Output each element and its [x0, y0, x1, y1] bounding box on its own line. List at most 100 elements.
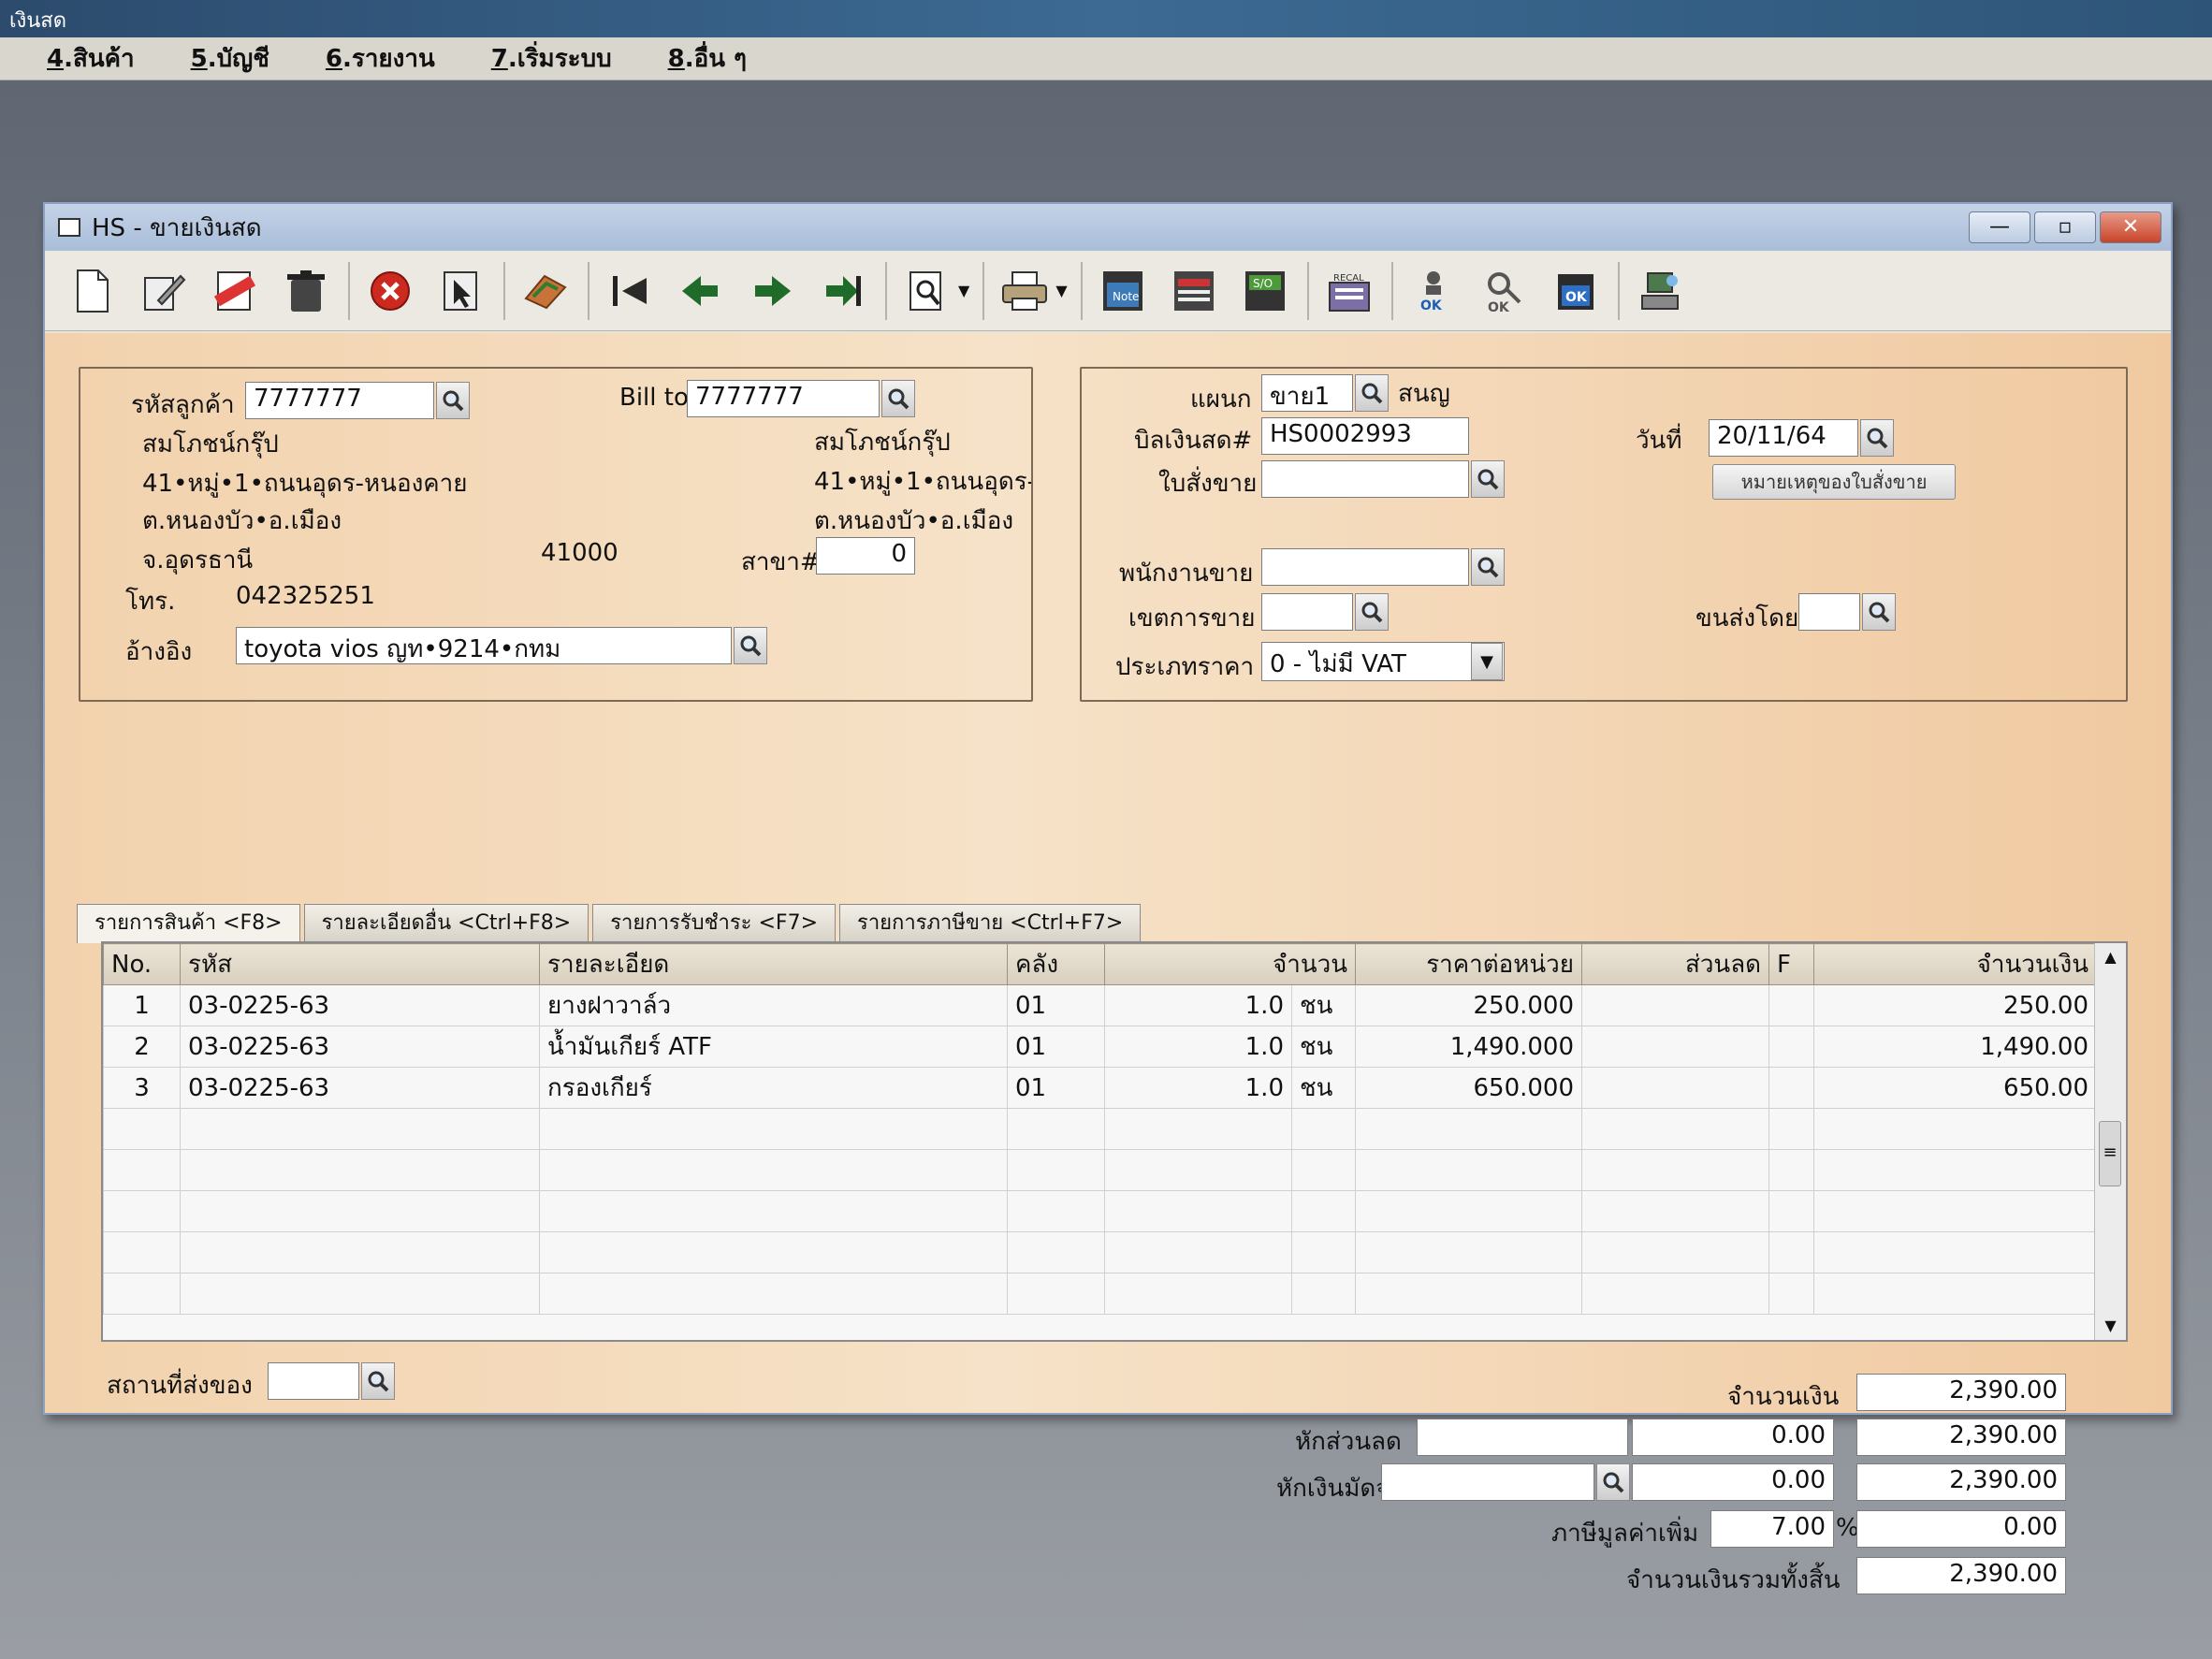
note-icon[interactable]: Note [1094, 262, 1152, 320]
void-icon[interactable] [206, 262, 264, 320]
tab-payments[interactable]: รายการรับชำระ <F7> [592, 904, 836, 941]
table-row[interactable]: 3 03-0225-63 กรองเกียร์ 01 1.0 ชน 650.00… [103, 1067, 2098, 1109]
billto-input[interactable]: 7777777 [687, 380, 880, 417]
edit-icon[interactable] [135, 262, 193, 320]
slip-icon[interactable] [1165, 262, 1223, 320]
scroll-thumb[interactable]: ≡ [2099, 1121, 2121, 1186]
print-icon[interactable] [996, 262, 1054, 320]
menu-item-setup[interactable]: 7.เริ่มระบบ [491, 39, 612, 78]
ok-document-icon[interactable]: OK [1547, 262, 1605, 320]
previous-record-icon[interactable] [672, 262, 730, 320]
salesman-lookup-button[interactable] [1471, 548, 1505, 586]
search-icon [888, 388, 910, 410]
reference-lookup-button[interactable] [734, 627, 767, 664]
cell-unit: ชน [1290, 1067, 1357, 1109]
ok-user-icon[interactable]: OK [1404, 262, 1463, 320]
col-discount[interactable]: ส่วนลด [1581, 943, 1770, 985]
select-icon[interactable] [432, 262, 490, 320]
empty-row[interactable] [103, 1231, 2098, 1273]
approve-icon[interactable] [517, 262, 575, 320]
sales-order-lookup-button[interactable] [1471, 460, 1505, 498]
grid-scrollbar[interactable]: ▲ ≡ ▼ [2094, 943, 2126, 1340]
col-no[interactable]: No. [103, 943, 181, 985]
customer-code-input[interactable]: 7777777 [245, 382, 434, 419]
salesman-input[interactable] [1261, 548, 1469, 586]
recalculate-icon[interactable]: RECAL [1320, 262, 1378, 320]
empty-row[interactable] [103, 1108, 2098, 1150]
deposit-text-input[interactable] [1381, 1463, 1594, 1501]
discount-text-input[interactable] [1417, 1419, 1628, 1456]
after-discount-value: 2,390.00 [1856, 1419, 2066, 1456]
vat-rate-input[interactable]: 7.00 [1710, 1510, 1834, 1548]
ok-key-icon[interactable]: OK [1476, 262, 1534, 320]
empty-row[interactable] [103, 1149, 2098, 1191]
sales-area-lookup-button[interactable] [1355, 593, 1389, 631]
close-button[interactable]: ✕ [2100, 211, 2161, 243]
menu-item-reports[interactable]: 6.รายงาน [326, 39, 435, 78]
last-record-icon[interactable] [814, 262, 872, 320]
cell-warehouse: 01 [1007, 1026, 1105, 1068]
window-titlebar[interactable]: HS - ขายเงินสด — ▫ ✕ [45, 204, 2171, 251]
col-quantity[interactable]: จำนวน [1103, 943, 1357, 985]
sales-order-icon[interactable]: S/O [1236, 262, 1294, 320]
col-warehouse[interactable]: คลัง [1007, 943, 1105, 985]
price-type-select[interactable]: 0 - ไม่มี VAT [1261, 642, 1505, 681]
tab-items[interactable]: รายการสินค้า <F8> [77, 904, 300, 943]
maximize-button[interactable]: ▫ [2034, 211, 2096, 243]
scroll-up-icon[interactable]: ▲ [2095, 943, 2126, 971]
empty-row[interactable] [103, 1190, 2098, 1232]
search-icon [1361, 383, 1383, 404]
items-grid[interactable]: No. รหัส รายละเอียด คลัง จำนวน ราคาต่อหน… [101, 941, 2128, 1342]
print-dropdown-icon[interactable]: ▼ [1055, 282, 1067, 299]
col-amount[interactable]: จำนวนเงิน [1813, 943, 2098, 985]
next-record-icon[interactable] [743, 262, 801, 320]
scroll-down-icon[interactable]: ▼ [2095, 1312, 2126, 1340]
network-icon[interactable] [1631, 262, 1689, 320]
col-code[interactable]: รหัส [180, 943, 540, 985]
date-input[interactable]: 20/11/64 [1709, 419, 1858, 457]
sales-order-note-button[interactable]: หมายเหตุของใบสั่งขาย [1712, 464, 1956, 500]
cell-unit: ชน [1290, 984, 1357, 1026]
discount-input[interactable]: 0.00 [1632, 1419, 1834, 1456]
minimize-button[interactable]: — [1969, 211, 2030, 243]
cell-description: กรองเกียร์ [539, 1067, 1008, 1109]
department-input[interactable]: ขาย1 [1261, 374, 1353, 412]
deposit-input[interactable]: 0.00 [1632, 1463, 1834, 1501]
customer-lookup-button[interactable] [436, 382, 470, 419]
date-picker-button[interactable] [1860, 419, 1894, 457]
vat-value: 0.00 [1856, 1510, 2066, 1548]
price-type-dropdown-button[interactable]: ▼ [1471, 643, 1503, 680]
department-lookup-button[interactable] [1355, 374, 1389, 412]
new-icon[interactable] [64, 262, 122, 320]
cancel-icon[interactable] [361, 262, 419, 320]
customer-tel-label: โทร. [125, 588, 176, 616]
reference-input[interactable]: toyota vios ญท•9214•กทม [236, 627, 732, 664]
sales-order-input[interactable] [1261, 460, 1469, 498]
trash-icon[interactable] [277, 262, 335, 320]
menu-item-products[interactable]: 4.สินค้า [47, 39, 135, 78]
col-description[interactable]: รายละเอียด [539, 943, 1008, 985]
find-icon[interactable] [898, 262, 956, 320]
find-dropdown-icon[interactable]: ▼ [958, 282, 969, 299]
first-record-icon[interactable] [601, 262, 659, 320]
shipping-input[interactable] [1798, 593, 1860, 631]
empty-row[interactable] [103, 1273, 2098, 1315]
branch-input[interactable]: 0 [816, 537, 915, 575]
col-flag[interactable]: F [1768, 943, 1815, 985]
deposit-lookup-button[interactable] [1596, 1463, 1630, 1501]
table-row[interactable]: 2 03-0225-63 น้ำมันเกียร์ ATF 01 1.0 ชน … [103, 1026, 2098, 1068]
sales-area-input[interactable] [1261, 593, 1353, 631]
customer-province: จ.อุดรธานี [142, 546, 254, 575]
bill-number-input[interactable]: HS0002993 [1261, 417, 1469, 455]
shipping-lookup-button[interactable] [1862, 593, 1896, 631]
table-row[interactable]: 1 03-0225-63 ยางฝาวาล์ว 01 1.0 ชน 250.00… [103, 984, 2098, 1026]
billto-lookup-button[interactable] [881, 380, 915, 417]
ship-to-lookup-button[interactable] [361, 1362, 395, 1400]
menu-item-accounts[interactable]: 5.บัญชี [191, 39, 269, 78]
col-unit-price[interactable]: ราคาต่อหน่วย [1355, 943, 1583, 985]
menu-item-other[interactable]: 8.อื่น ๆ [668, 39, 747, 78]
ship-to-input[interactable] [268, 1362, 359, 1400]
customer-address-line1: 41•หมู่•1•ถนนอุดร-หนองคาย [142, 470, 468, 498]
tab-sales-tax[interactable]: รายการภาษีขาย <Ctrl+F7> [839, 904, 1142, 941]
tab-other-details[interactable]: รายละเอียดอื่น <Ctrl+F8> [303, 904, 589, 941]
